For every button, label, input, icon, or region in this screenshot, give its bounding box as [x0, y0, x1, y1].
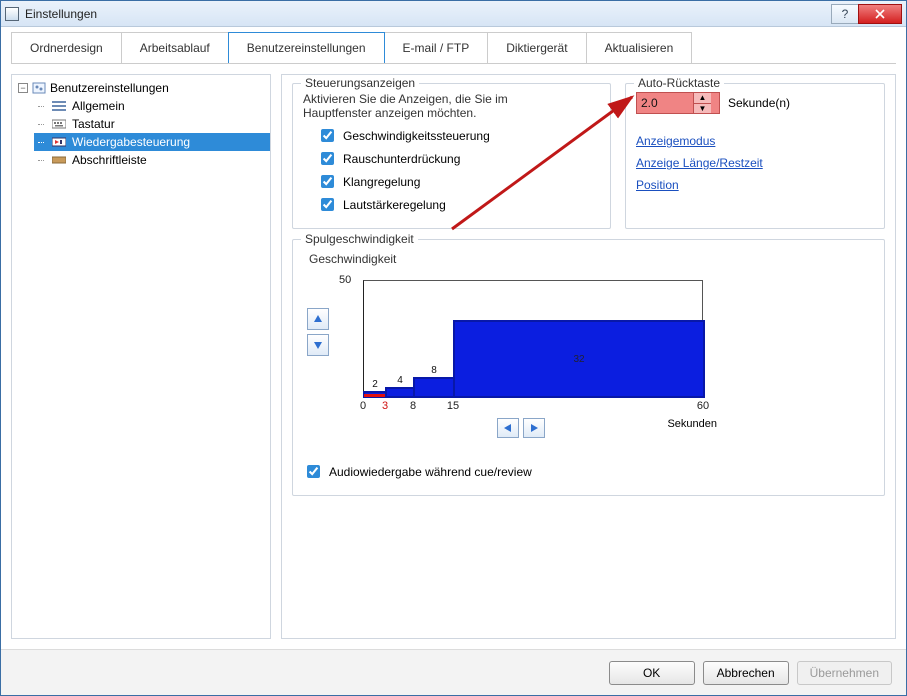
checkbox-geschwindigkeitssteuerung[interactable]: Geschwindigkeitssteuerung	[317, 126, 600, 145]
ok-button[interactable]: OK	[609, 661, 695, 685]
link-anzeigemodus[interactable]: Anzeigemodus	[636, 134, 874, 148]
tab-diktiergeraet[interactable]: Diktiergerät	[487, 32, 586, 63]
x-tick-label: 3	[382, 400, 388, 412]
dialog-footer: OK Abbrechen Übernehmen	[1, 649, 906, 695]
group-description: Aktivieren Sie die Anzeigen, die Sie im …	[303, 92, 563, 120]
auto-backspace-unit: Sekunde(n)	[728, 96, 790, 110]
x-tick-label: 60	[697, 400, 709, 412]
app-icon	[5, 7, 19, 21]
checkbox-klangregelung[interactable]: Klangregelung	[317, 172, 600, 191]
window-buttons: ?	[832, 4, 902, 24]
group-legend: Spulgeschwindigkeit	[301, 232, 418, 246]
tree-item-label: Wiedergabesteuerung	[72, 135, 190, 149]
tab-ordnerdesign[interactable]: Ordnerdesign	[11, 32, 122, 63]
checkbox-audiowiedergabe-cue-review[interactable]: Audiowiedergabe während cue/review	[303, 462, 874, 481]
content-area: − Benutzereinstellungen Allgemein Tastat…	[1, 64, 906, 649]
chart-bar[interactable]	[414, 378, 454, 397]
group-legend: Steuerungsanzeigen	[301, 76, 419, 90]
tab-bar: Ordnerdesign Arbeitsablauf Benutzereinst…	[1, 27, 906, 63]
tree-item-label: Allgemein	[72, 99, 125, 113]
bar-icon	[52, 154, 66, 166]
chart-bar[interactable]	[386, 388, 414, 397]
speed-down-button[interactable]	[307, 334, 329, 356]
close-button[interactable]	[858, 4, 902, 24]
chart-bar-label: 32	[573, 354, 584, 365]
checkbox-rauschunterdrueckung[interactable]: Rauschunterdrückung	[317, 149, 600, 168]
tree-item-label: Abschriftleiste	[72, 153, 147, 167]
tree-collapse-icon[interactable]: −	[18, 83, 28, 93]
tab-arbeitsablauf[interactable]: Arbeitsablauf	[121, 32, 229, 63]
x-axis-label: Sekunden	[667, 418, 717, 430]
x-tick-label: 8	[410, 400, 416, 412]
checkbox-lautstaerkeregelung[interactable]: Lautstärkeregelung	[317, 195, 600, 214]
cancel-button[interactable]: Abbrechen	[703, 661, 789, 685]
auto-backspace-spinner[interactable]: ▲ ▼	[636, 92, 720, 114]
settings-detail-pane: Steuerungsanzeigen Aktivieren Sie die An…	[281, 74, 896, 639]
tree-item-tastatur[interactable]: Tastatur	[34, 115, 270, 133]
window-title: Einstellungen	[25, 7, 832, 21]
y-max-label: 50	[339, 274, 351, 286]
interval-prev-button[interactable]	[497, 418, 519, 438]
tree-item-abschriftleiste[interactable]: Abschriftleiste	[34, 151, 270, 169]
group-legend: Auto-Rücktaste	[634, 76, 724, 90]
list-icon	[52, 100, 66, 112]
settings-window: Einstellungen ? Ordnerdesign Arbeitsabla…	[0, 0, 907, 696]
group-spulgeschwindigkeit: Spulgeschwindigkeit Geschwindigkeit 50 2…	[292, 239, 885, 496]
settings-tree: − Benutzereinstellungen Allgemein Tastat…	[11, 74, 271, 639]
spinner-up-button[interactable]: ▲	[693, 93, 711, 103]
x-tick-label: 15	[447, 400, 459, 412]
titlebar: Einstellungen ?	[1, 1, 906, 27]
tree-item-label: Tastatur	[72, 117, 115, 131]
chart-bar-label: 2	[372, 379, 378, 390]
speed-up-button[interactable]	[307, 308, 329, 330]
link-anzeige-laenge-restzeit[interactable]: Anzeige Länge/Restzeit	[636, 156, 874, 170]
x-tick-label: 0	[360, 400, 366, 412]
group-steuerungsanzeigen: Steuerungsanzeigen Aktivieren Sie die An…	[292, 83, 611, 229]
interval-next-button[interactable]	[523, 418, 545, 438]
keyboard-icon	[52, 118, 66, 130]
tree-root-label: Benutzereinstellungen	[50, 81, 169, 95]
tree-root[interactable]: − Benutzereinstellungen	[12, 79, 270, 97]
help-button[interactable]: ?	[831, 4, 859, 24]
speed-chart: 50 2 4 8 32 0 3 8 15 60 Sekunden	[337, 268, 717, 440]
link-position[interactable]: Position	[636, 178, 874, 192]
group-auto-ruecktaste: Auto-Rücktaste ▲ ▼ Sekunde(n) Anzeigemod	[625, 83, 885, 229]
chart-bar-label: 4	[397, 375, 403, 386]
apply-button[interactable]: Übernehmen	[797, 661, 892, 685]
playback-icon	[52, 136, 66, 148]
tree-item-allgemein[interactable]: Allgemein	[34, 97, 270, 115]
tab-aktualisieren[interactable]: Aktualisieren	[586, 32, 693, 63]
spinner-down-button[interactable]: ▼	[693, 103, 711, 114]
chart-bar-label: 8	[431, 365, 437, 376]
chart-title: Geschwindigkeit	[309, 252, 874, 266]
tab-email-ftp[interactable]: E-mail / FTP	[384, 32, 489, 63]
auto-backspace-value[interactable]	[637, 94, 693, 112]
auto-links: Anzeigemodus Anzeige Länge/Restzeit Posi…	[636, 134, 874, 192]
tab-benutzereinstellungen[interactable]: Benutzereinstellungen	[228, 32, 385, 63]
tree-item-wiedergabesteuerung[interactable]: Wiedergabesteuerung	[34, 133, 270, 151]
